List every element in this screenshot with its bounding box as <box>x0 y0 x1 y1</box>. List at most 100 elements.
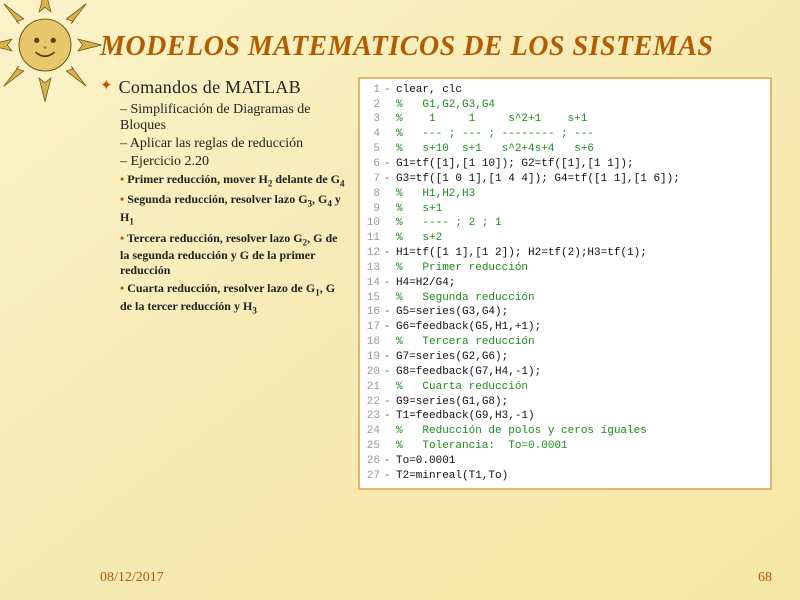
code-text: % s+2 <box>396 231 764 246</box>
line-number: 19 <box>360 350 384 365</box>
code-text: % Tercera reducción <box>396 335 764 350</box>
line-number: 3 <box>360 112 384 127</box>
code-line: 14-H4=H2/G4; <box>360 276 764 291</box>
code-line: 7-G3=tf([1 0 1],[1 4 4]); G4=tf([1 1],[1… <box>360 172 764 187</box>
code-line: 2% G1,G2,G3,G4 <box>360 98 764 113</box>
heading-text: Comandos de MATLAB <box>119 77 301 98</box>
footer: 08/12/2017 68 <box>100 570 772 586</box>
code-text: % s+10 s+1 s^2+4s+4 s+6 <box>396 142 764 157</box>
breakpoint-dash <box>384 231 396 246</box>
line-number: 21 <box>360 380 384 395</box>
breakpoint-dash: - <box>384 365 396 380</box>
code-line: 11 % s+2 <box>360 231 764 246</box>
breakpoint-dash <box>384 261 396 276</box>
code-text: % G1,G2,G3,G4 <box>396 98 764 113</box>
code-line: 26-To=0.0001 <box>360 454 764 469</box>
line-number: 17 <box>360 320 384 335</box>
breakpoint-dash: - <box>384 469 396 484</box>
subsublist: Primer reducción, mover H2 delante de G4… <box>120 172 348 317</box>
code-line: 9% s+1 <box>360 202 764 217</box>
line-number: 16 <box>360 305 384 320</box>
breakpoint-dash <box>384 439 396 454</box>
code-text: G3=tf([1 0 1],[1 4 4]); G4=tf([1 1],[1 6… <box>396 172 764 187</box>
sublist: Simplificación de Diagramas de Bloques A… <box>120 102 348 170</box>
code-text: G8=feedback(G7,H4,-1); <box>396 365 764 380</box>
code-text: % Tolerancia: To=0.0001 <box>396 439 764 454</box>
code-text: % H1,H2,H3 <box>396 187 764 202</box>
code-line: 16-G5=series(G3,G4); <box>360 305 764 320</box>
breakpoint-dash <box>384 424 396 439</box>
breakpoint-dash: - <box>384 454 396 469</box>
breakpoint-dash: - <box>384 83 396 98</box>
line-number: 14 <box>360 276 384 291</box>
line-number: 26 <box>360 454 384 469</box>
code-text: To=0.0001 <box>396 454 764 469</box>
code-line: 4% --- ; --- ; -------- ; --- <box>360 127 764 142</box>
code-line: 21 % Cuarta reducción <box>360 380 764 395</box>
left-column: ✦ Comandos de MATLAB Simplificación de D… <box>100 77 348 490</box>
sun-icon <box>0 0 104 104</box>
breakpoint-dash <box>384 202 396 217</box>
code-line: 17-G6=feedback(G5,H1,+1); <box>360 320 764 335</box>
breakpoint-dash <box>384 335 396 350</box>
code-line: 8 % H1,H2,H3 <box>360 187 764 202</box>
line-number: 18 <box>360 335 384 350</box>
sub-item: Aplicar las reglas de reducción <box>120 136 348 152</box>
line-number: 13 <box>360 261 384 276</box>
breakpoint-dash: - <box>384 350 396 365</box>
code-text: G9=series(G1,G8); <box>396 395 764 410</box>
sub-item: Simplificación de Diagramas de Bloques <box>120 102 348 134</box>
line-number: 6 <box>360 157 384 172</box>
heading-row: ✦ Comandos de MATLAB <box>100 77 348 98</box>
code-text: G5=series(G3,G4); <box>396 305 764 320</box>
code-panel: 1-clear, clc2% G1,G2,G3,G43 % 1 1 s^2+1 s… <box>358 77 772 490</box>
line-number: 11 <box>360 231 384 246</box>
breakpoint-dash: - <box>384 305 396 320</box>
line-number: 15 <box>360 291 384 306</box>
code-line: 18 % Tercera reducción <box>360 335 764 350</box>
code-text: % Primer reducción <box>396 261 764 276</box>
subsub-item: Tercera reducción, resolver lazo G2, G d… <box>120 231 348 279</box>
breakpoint-dash <box>384 380 396 395</box>
slide: MODELOS MATEMATICOS DE LOS SISTEMAS ✦ Co… <box>0 0 800 600</box>
code-line: 6-G1=tf([1],[1 10]); G2=tf([1],[1 1]); <box>360 157 764 172</box>
code-line: 24% Reducción de polos y ceros iguales <box>360 424 764 439</box>
code-line: 13 % Primer reducción <box>360 261 764 276</box>
subsub-item: Cuarta reducción, resolver lazo de G1, G… <box>120 281 348 316</box>
sub-item: Ejercicio 2.20 <box>120 154 348 170</box>
line-number: 25 <box>360 439 384 454</box>
code-line: 19-G7=series(G2,G6); <box>360 350 764 365</box>
page-title: MODELOS MATEMATICOS DE LOS SISTEMAS <box>100 32 772 63</box>
subsub-item: Segunda reducción, resolver lazo G3, G4 … <box>120 192 348 227</box>
breakpoint-dash <box>384 127 396 142</box>
code-line: 15 % Segunda reducción <box>360 291 764 306</box>
code-text: % Segunda reducción <box>396 291 764 306</box>
line-number: 22 <box>360 395 384 410</box>
code-text: % Cuarta reducción <box>396 380 764 395</box>
code-line: 5 % s+10 s+1 s^2+4s+4 s+6 <box>360 142 764 157</box>
code-line: 27-T2=minreal(T1,To) <box>360 469 764 484</box>
code-text: % s+1 <box>396 202 764 217</box>
breakpoint-dash <box>384 291 396 306</box>
line-number: 1 <box>360 83 384 98</box>
code-text: H1=tf([1 1],[1 2]); H2=tf(2);H3=tf(1); <box>396 246 764 261</box>
breakpoint-dash: - <box>384 409 396 424</box>
line-number: 12 <box>360 246 384 261</box>
breakpoint-dash: - <box>384 246 396 261</box>
breakpoint-dash <box>384 98 396 113</box>
breakpoint-dash: - <box>384 157 396 172</box>
code-text: % Reducción de polos y ceros iguales <box>396 424 764 439</box>
code-text: % 1 1 s^2+1 s+1 <box>396 112 764 127</box>
code-table: 1-clear, clc2% G1,G2,G3,G43 % 1 1 s^2+1 s… <box>360 83 764 484</box>
line-number: 5 <box>360 142 384 157</box>
line-number: 8 <box>360 187 384 202</box>
line-number: 23 <box>360 409 384 424</box>
code-line: 1-clear, clc <box>360 83 764 98</box>
code-line: 3 % 1 1 s^2+1 s+1 <box>360 112 764 127</box>
line-number: 7 <box>360 172 384 187</box>
line-number: 4 <box>360 127 384 142</box>
breakpoint-dash: - <box>384 395 396 410</box>
code-text: H4=H2/G4; <box>396 276 764 291</box>
breakpoint-dash: - <box>384 276 396 291</box>
code-line: 20-G8=feedback(G7,H4,-1); <box>360 365 764 380</box>
